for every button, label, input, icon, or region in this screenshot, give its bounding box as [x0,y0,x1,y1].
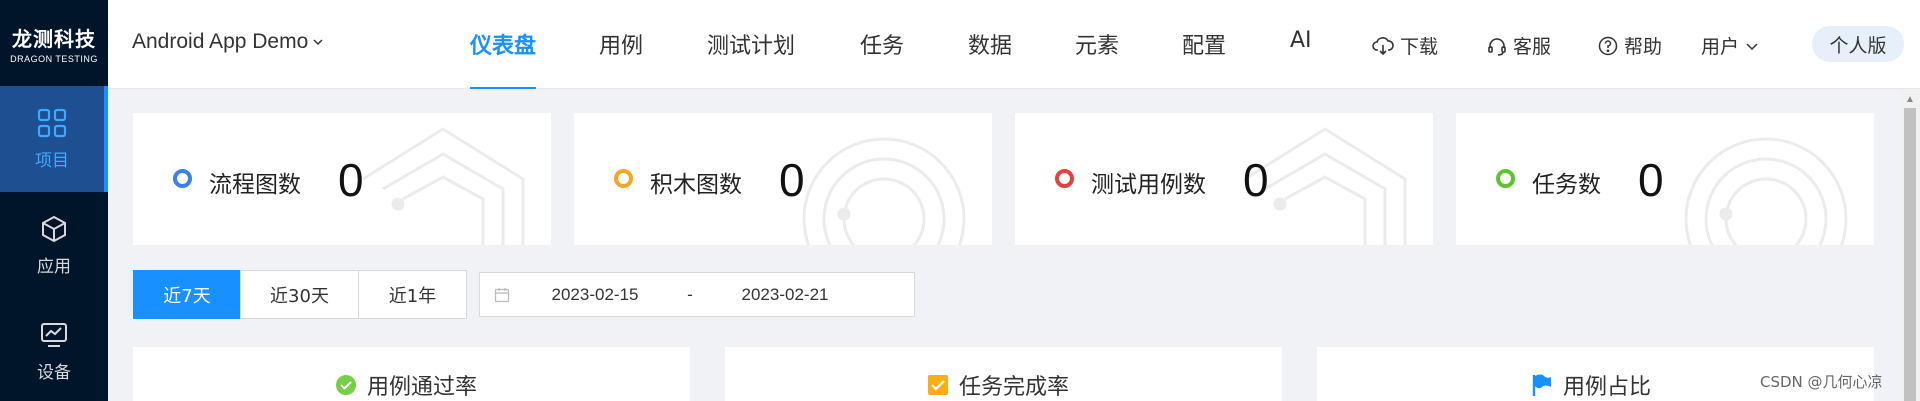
radar-watermark-icon [802,137,966,245]
support-button[interactable]: 客服 [1487,32,1551,59]
cube-icon [42,215,66,242]
sidebar-item-project[interactable]: 项目 [0,86,108,192]
tab-dashboard[interactable]: 仪表盘 [470,28,537,89]
tab-data[interactable]: 数据 [968,28,1012,89]
range-toggle-group: 近7天 近30天 近1年 [133,270,467,319]
calendar-icon [494,287,510,302]
stat-label: 积木图数 [650,172,742,198]
range-30-days-button[interactable]: 近30天 [240,270,359,319]
start-date-input[interactable] [510,284,680,305]
range-7-days-button[interactable]: 近7天 [133,270,241,319]
range-1-year-button[interactable]: 近1年 [358,270,467,319]
vertical-scrollbar[interactable]: ▲ [1900,90,1920,401]
user-label: 用户 [1701,36,1740,58]
panel-title: 用例通过率 [335,369,477,401]
headset-icon [1488,37,1506,56]
tab-cases[interactable]: 用例 [599,28,643,89]
end-date-input[interactable] [700,284,870,305]
stat-card-blocks: 积木图数 0 [574,113,992,245]
monitor-icon [41,322,67,347]
date-separator: - [687,284,693,304]
stat-label: 测试用例数 [1091,172,1206,198]
tab-test-plan[interactable]: 测试计划 [707,28,795,89]
grid-icon [37,108,67,137]
logo[interactable]: 龙测科技 DRAGON TESTING [0,0,108,86]
support-label: 客服 [1513,36,1552,58]
tab-ai[interactable]: AI [1290,28,1312,89]
radar-watermark-icon [1684,137,1848,245]
stat-label: 流程图数 [209,172,301,198]
panel-title: 用例占比 [1531,369,1651,401]
panel-case-pass-rate: 用例通过率 [133,347,690,401]
help-button[interactable]: 帮助 [1598,32,1662,59]
stat-label: 任务数 [1532,172,1601,198]
house-watermark-icon [1244,127,1407,245]
tab-config[interactable]: 配置 [1182,28,1226,89]
house-watermark-icon [362,127,525,245]
check-circle-icon [336,375,356,395]
csdn-watermark: CSDN @几何心凉 [1760,373,1883,391]
stat-value: 0 [1638,154,1664,206]
status-dot [1496,169,1515,188]
user-menu[interactable]: 用户 [1701,32,1759,59]
stat-card-tasks: 任务数 0 [1456,113,1874,245]
download-button[interactable]: 下载 [1372,32,1438,59]
sidebar-item-app[interactable]: 应用 [0,192,108,298]
status-dot [1055,169,1074,188]
flag-icon [1532,374,1551,396]
help-label: 帮助 [1624,36,1663,58]
app-name: Android App Demo [132,30,309,53]
panel-title-text: 用例占比 [1563,375,1652,400]
panel-title: 任务完成率 [927,369,1069,401]
tab-elements[interactable]: 元素 [1075,28,1119,89]
panel-task-completion-rate: 任务完成率 [725,347,1282,401]
tab-tasks[interactable]: 任务 [860,28,904,89]
status-dot [614,169,633,188]
scroll-up-arrow-icon[interactable]: ▲ [1905,94,1915,105]
edition-badge[interactable]: 个人版 [1812,26,1904,62]
app-root: 龙测科技 DRAGON TESTING 项目 应用 设备 Android App… [0,0,1920,401]
sidebar-item-label: 项目 [35,150,69,171]
cloud-download-icon [1372,36,1394,55]
scrollbar-thumb[interactable] [1904,108,1916,401]
top-header: Android App Demo 仪表盘 用例 测试计划 任务 数据 元素 配置… [108,0,1920,89]
chevron-down-icon [313,39,323,46]
help-circle-icon [1598,36,1618,55]
sidebar: 龙测科技 DRAGON TESTING 项目 应用 设备 [0,0,108,401]
checkbox-icon [928,375,948,395]
download-label: 下载 [1400,36,1439,58]
chevron-down-icon [1746,42,1758,50]
status-dot [173,169,192,188]
sidebar-item-label: 应用 [37,256,71,277]
sidebar-item-label: 设备 [37,362,71,383]
panel-title-text: 任务完成率 [959,375,1070,400]
sidebar-item-device[interactable]: 设备 [0,298,108,401]
stat-card-test-cases: 测试用例数 0 [1015,113,1433,245]
logo-en: DRAGON TESTING [10,53,98,64]
stat-card-flowcharts: 流程图数 0 [133,113,551,245]
app-selector[interactable]: Android App Demo [132,30,324,54]
panel-title-text: 用例通过率 [367,375,478,400]
date-range-picker[interactable]: - [479,272,915,317]
logo-cn: 龙测科技 [12,26,96,51]
